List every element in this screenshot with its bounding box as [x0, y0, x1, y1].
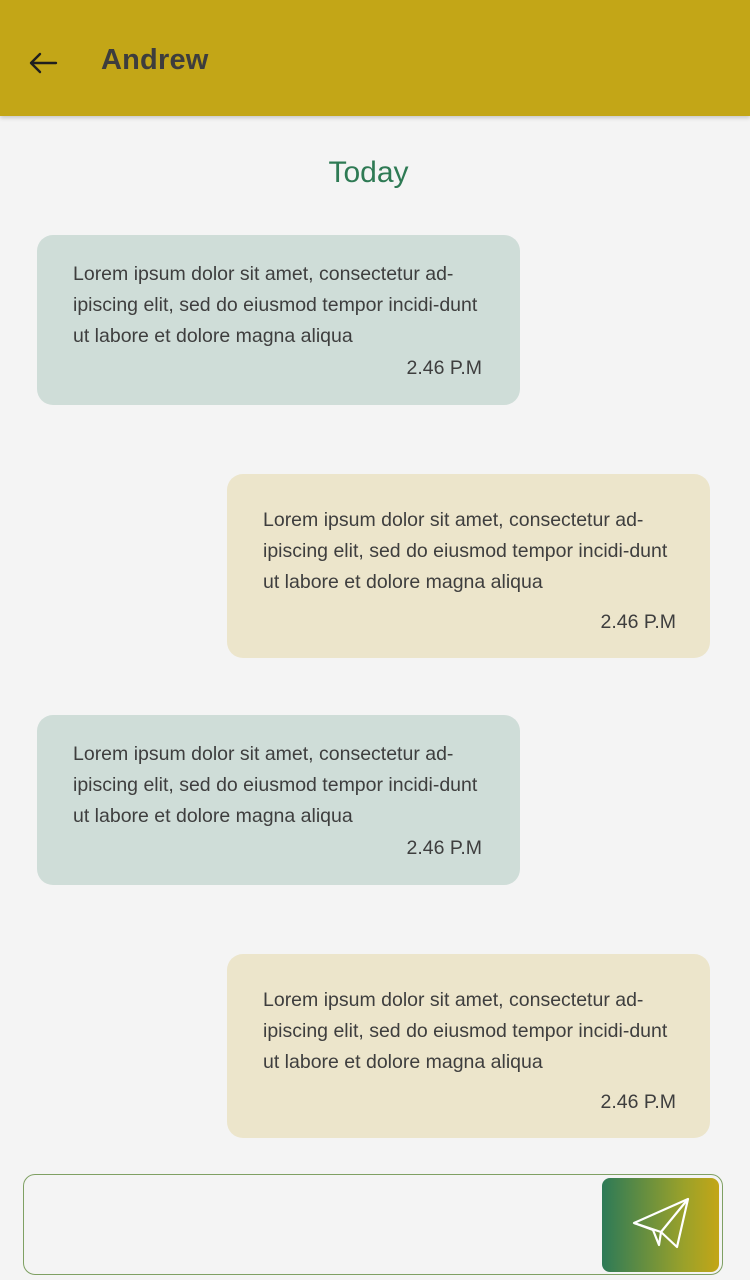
day-separator: Today	[328, 156, 409, 189]
message-text: Lorem ipsum dolor sit amet, consectetur …	[73, 743, 478, 827]
arrow-left-icon	[28, 51, 58, 80]
message-composer	[23, 1174, 723, 1275]
app-bar: Andrew	[0, 0, 750, 116]
contact-name: Andrew	[101, 44, 209, 76]
message-text: Lorem ipsum dolor sit amet, consectetur …	[73, 263, 478, 347]
paper-plane-icon	[631, 1196, 691, 1255]
message-time: 2.46 P.M	[406, 357, 482, 379]
message-time: 2.46 P.M	[600, 1091, 676, 1113]
message-text: Lorem ipsum dolor sit amet, consectetur …	[263, 509, 668, 593]
message-input[interactable]	[40, 1185, 600, 1265]
message-time: 2.46 P.M	[600, 611, 676, 633]
message-time: 2.46 P.M	[406, 837, 482, 859]
message-bubble-outgoing: Lorem ipsum dolor sit amet, consectetur …	[227, 954, 710, 1138]
message-bubble-outgoing: Lorem ipsum dolor sit amet, consectetur …	[227, 474, 710, 658]
message-bubble-incoming: Lorem ipsum dolor sit amet, consectetur …	[37, 235, 520, 405]
send-button[interactable]	[602, 1178, 719, 1272]
back-button[interactable]	[26, 48, 60, 82]
message-bubble-incoming: Lorem ipsum dolor sit amet, consectetur …	[37, 715, 520, 885]
message-text: Lorem ipsum dolor sit amet, consectetur …	[263, 989, 668, 1073]
